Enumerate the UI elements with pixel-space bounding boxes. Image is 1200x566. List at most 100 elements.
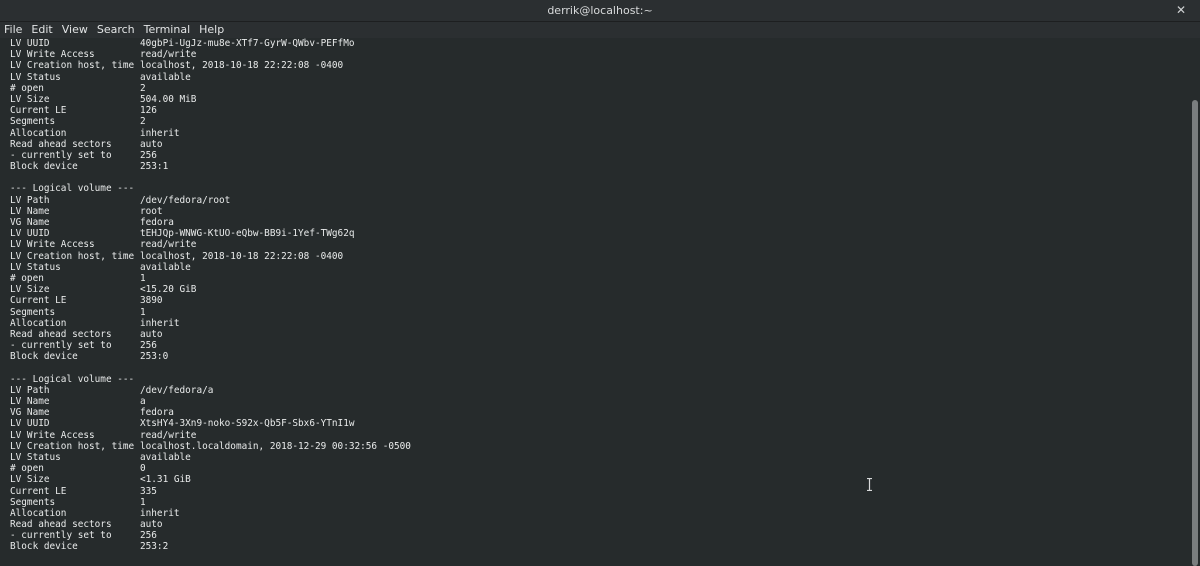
terminal-line: Current LE 126 [10, 105, 1180, 116]
terminal-line: LV Size <1.31 GiB [10, 474, 1180, 485]
terminal-output[interactable]: LV UUID 40gbPi-UgJz-mu8e-XTf7-GyrW-QWbv-P… [10, 38, 1180, 566]
field-label: LV Status [10, 261, 61, 273]
terminal-line: - currently set to 256 [10, 150, 1180, 161]
terminal-line: --- Logical volume --- [10, 374, 1180, 385]
field-value: 3890 [140, 295, 163, 307]
terminal-line: Segments 1 [10, 497, 1180, 508]
field-label: Current LE [10, 485, 67, 497]
terminal-line: Current LE 3890 [10, 295, 1180, 306]
field-label: # open [10, 463, 44, 475]
menu-help[interactable]: Help [195, 22, 229, 37]
field-label: --- Logical volume --- [10, 183, 135, 195]
field-label: Block device [10, 161, 78, 173]
field-value: 1 [140, 272, 146, 284]
field-label: Segments [10, 496, 56, 508]
field-label: Read ahead sectors [10, 328, 112, 340]
field-label: LV Name [10, 396, 50, 407]
terminal-line: --- Logical volume --- [10, 183, 1180, 194]
field-value: fedora [140, 407, 174, 419]
field-label: VG Name [10, 407, 50, 419]
field-value: <15.20 GiB [140, 284, 197, 296]
field-label: LV Name [10, 205, 50, 217]
field-value: read/write [140, 49, 197, 61]
terminal-line: LV Status available [10, 72, 1180, 83]
menu-terminal[interactable]: Terminal [140, 22, 196, 37]
scrollbar[interactable] [1189, 38, 1200, 566]
field-label: Segments [10, 306, 56, 318]
terminal-line: LV Path/dev/fedora/root [10, 195, 1180, 206]
field-label: Allocation [10, 507, 67, 519]
field-label: LV Size [10, 93, 50, 105]
field-value: 256 [140, 149, 157, 161]
field-label: LV UUID [10, 38, 50, 49]
field-label: LV Status [10, 451, 61, 463]
menu-view[interactable]: View [58, 22, 93, 37]
field-value: /dev/fedora/a [140, 384, 214, 396]
terminal-line: Current LE 335 [10, 486, 1180, 497]
field-label: LV Size [10, 284, 50, 296]
terminal-line: - currently set to 256 [10, 340, 1180, 351]
field-value: 1 [140, 496, 146, 508]
menu-search[interactable]: Search [93, 22, 140, 37]
field-label: Allocation [10, 317, 67, 329]
field-label: Allocation [10, 127, 67, 139]
field-value: read/write [140, 239, 197, 251]
field-value: inherit [140, 507, 180, 519]
terminal-line: # open 1 [10, 273, 1180, 284]
terminal-window: derrik@localhost:~ ✕ File Edit View Search T… [0, 0, 1200, 566]
field-value: 0 [140, 463, 146, 475]
field-label: LV Write Access [10, 239, 95, 251]
field-label: LV UUID [10, 228, 50, 240]
field-label: Read ahead sectors [10, 138, 112, 150]
field-value: 2 [140, 82, 146, 94]
terminal-line: LV Creation host, time localhost.localdom… [10, 441, 1180, 452]
field-label: LV UUID [10, 418, 50, 430]
terminal-line: LV Write Access read/write [10, 430, 1180, 441]
field-label: --- Logical volume --- [10, 373, 135, 385]
terminal-line: LV Name root [10, 206, 1180, 217]
terminal-line: LV Write Access read/write [10, 49, 1180, 60]
menu-file[interactable]: File [0, 22, 27, 37]
terminal-line: LV Size <15.20 GiB [10, 284, 1180, 295]
field-value: available [140, 261, 191, 273]
field-label: Current LE [10, 105, 67, 117]
field-value: 504.00 MiB [140, 93, 197, 105]
menu-edit[interactable]: Edit [27, 22, 57, 37]
terminal-line: LV Write Access read/write [10, 239, 1180, 250]
terminal-line: Read ahead sectors auto [10, 519, 1180, 530]
field-value: a [140, 396, 146, 407]
field-label: LV Creation host, time [10, 440, 135, 452]
field-label: LV Path [10, 194, 50, 206]
field-value: 40gbPi-UgJz-mu8e-XTf7-GyrW-QWbv-PEFfMo [140, 38, 355, 49]
field-label: # open [10, 82, 44, 94]
field-label: - currently set to [10, 149, 112, 161]
field-label: LV Path [10, 384, 50, 396]
field-label: - currently set to [10, 340, 112, 352]
terminal-line: Allocation inherit [10, 508, 1180, 519]
terminal-line: LV Name a [10, 396, 1180, 407]
field-value: 126 [140, 105, 157, 117]
field-label: LV Size [10, 474, 50, 486]
field-value: tEHJQp-WNWG-KtUO-eQbw-BB9i-1Yef-TWg62q [140, 228, 355, 240]
terminal-line: LV UUID 40gbPi-UgJz-mu8e-XTf7-GyrW-QWbv-P… [10, 38, 1180, 49]
window-title: derrik@localhost:~ [547, 4, 653, 17]
field-value: XtsHY4-3Xn9-noko-S92x-Qb5F-Sbx6-YTnI1w [140, 418, 355, 430]
terminal-line: Block device 253:0 [10, 351, 1180, 362]
field-value: inherit [140, 317, 180, 329]
field-value: auto [140, 328, 163, 340]
field-value: auto [140, 519, 163, 531]
terminal-line: VG Name fedora [10, 407, 1180, 418]
close-icon[interactable]: ✕ [1176, 0, 1186, 21]
field-value: localhost, 2018-10-18 22:22:08 -0400 [140, 60, 344, 72]
field-value: 253:1 [140, 161, 169, 173]
field-value: <1.31 GiB [140, 474, 191, 486]
field-label: LV Write Access [10, 429, 95, 441]
terminal-line: Allocation inherit [10, 318, 1180, 329]
scrollbar-thumb[interactable] [1192, 100, 1198, 566]
field-label: Block device [10, 541, 78, 553]
field-label: Block device [10, 351, 78, 363]
title-bar[interactable]: derrik@localhost:~ ✕ [0, 0, 1200, 22]
field-label: Current LE [10, 295, 67, 307]
field-label: LV Creation host, time [10, 250, 135, 262]
field-value: 2 [140, 116, 146, 128]
